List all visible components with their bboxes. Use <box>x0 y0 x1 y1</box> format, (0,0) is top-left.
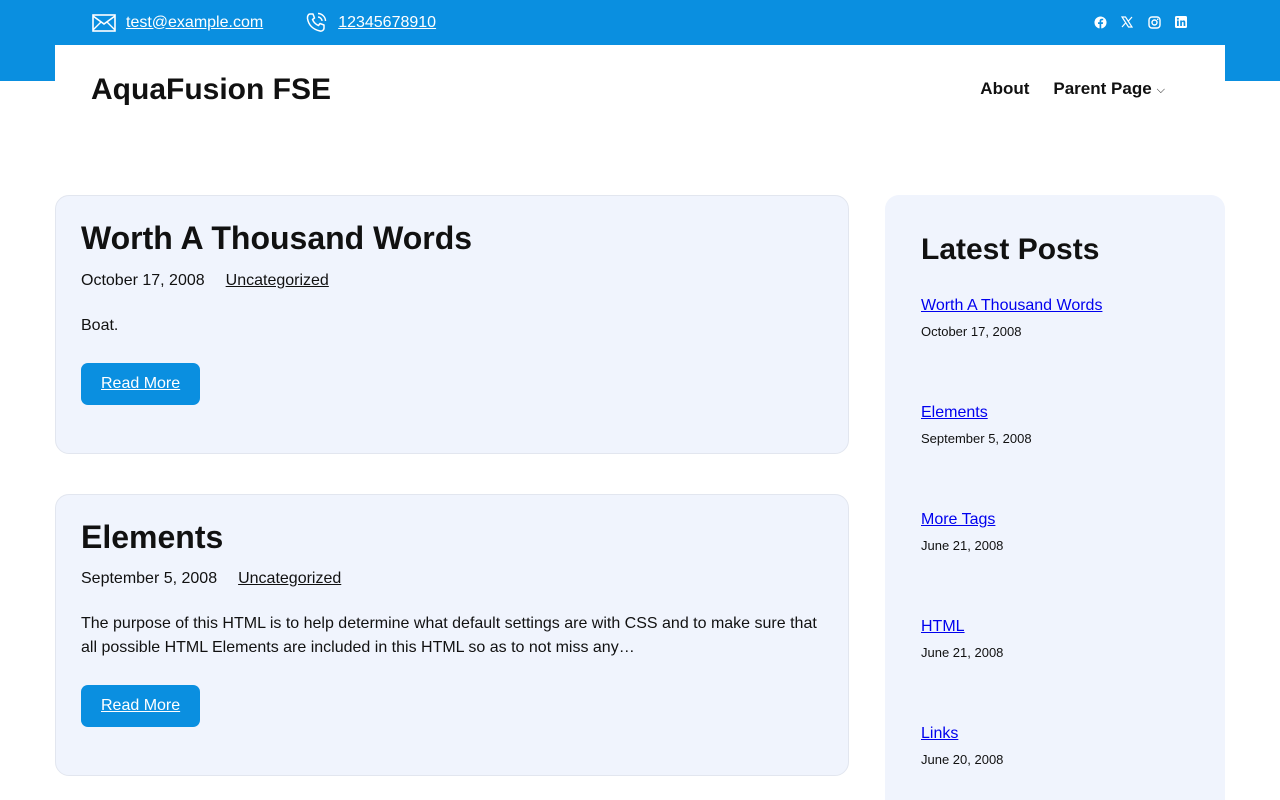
phone-icon <box>303 10 329 36</box>
email-link[interactable]: test@example.com <box>126 14 263 32</box>
latest-post-date: October 17, 2008 <box>921 324 1022 339</box>
linkedin-icon[interactable] <box>1174 15 1188 29</box>
latest-post-date: June 21, 2008 <box>921 645 1004 660</box>
post-card: Worth A Thousand Words October 17, 2008 … <box>55 195 849 454</box>
top-bar: test@example.com 12345678910 <box>55 0 1225 45</box>
post-title[interactable]: Worth A Thousand Words <box>81 220 823 257</box>
latest-post-date: June 20, 2008 <box>921 752 1004 767</box>
instagram-icon[interactable] <box>1147 15 1161 29</box>
latest-post-item: More Tags June 21, 2008 <box>921 511 1189 553</box>
latest-post-item: Elements September 5, 2008 <box>921 404 1189 446</box>
read-more-button[interactable]: Read More <box>81 363 201 405</box>
phone-link[interactable]: 12345678910 <box>338 14 436 32</box>
sidebar-title: Latest Posts <box>921 233 1100 266</box>
post-excerpt: The purpose of this HTML is to help dete… <box>81 615 817 656</box>
site-title[interactable]: AquaFusion FSE <box>91 73 331 107</box>
read-more-button[interactable]: Read More <box>81 685 201 727</box>
x-icon[interactable] <box>1120 15 1134 29</box>
post-title[interactable]: Elements <box>81 519 823 556</box>
post-category-link[interactable]: Uncategorized <box>238 570 341 588</box>
latest-post-date: June 21, 2008 <box>921 538 1004 553</box>
nav-item-parent-page[interactable]: Parent Page ⌵ <box>1053 79 1165 99</box>
latest-post-link[interactable]: Elements <box>921 404 988 421</box>
post-date: October 17, 2008 <box>81 272 205 289</box>
latest-post-item: Links June 20, 2008 <box>921 725 1189 767</box>
post-meta: October 17, 2008 Uncategorized <box>81 272 823 290</box>
latest-post-item: HTML June 21, 2008 <box>921 618 1189 660</box>
facebook-icon[interactable] <box>1093 15 1107 29</box>
post-date: September 5, 2008 <box>81 570 218 587</box>
page-container: test@example.com 12345678910 AquaFusion … <box>55 0 1225 135</box>
phone-contact: 12345678910 <box>303 10 436 36</box>
post-category-link[interactable]: Uncategorized <box>226 272 329 290</box>
latest-posts-sidebar: Latest Posts Worth A Thousand Words Octo… <box>885 195 1225 800</box>
post-excerpt: Boat. <box>81 317 119 334</box>
nav-item-parent-page-label: Parent Page <box>1053 78 1152 98</box>
latest-post-link[interactable]: Links <box>921 725 958 742</box>
post-card: Elements September 5, 2008 Uncategorized… <box>55 494 849 776</box>
post-meta: September 5, 2008 Uncategorized <box>81 570 823 588</box>
latest-post-date: September 5, 2008 <box>921 431 1032 446</box>
latest-post-item: Worth A Thousand Words October 17, 2008 <box>921 297 1189 339</box>
latest-post-link[interactable]: Worth A Thousand Words <box>921 297 1102 314</box>
main-navigation: About Parent Page ⌵ <box>980 79 1165 99</box>
social-links <box>1093 15 1188 29</box>
latest-post-link[interactable]: HTML <box>921 618 965 635</box>
latest-post-link[interactable]: More Tags <box>921 511 995 528</box>
chevron-down-icon: ⌵ <box>1156 83 1165 96</box>
mail-icon <box>91 10 117 36</box>
email-contact: test@example.com <box>91 10 263 36</box>
site-header: AquaFusion FSE About Parent Page ⌵ <box>55 45 1225 135</box>
nav-item-about[interactable]: About <box>980 79 1029 99</box>
